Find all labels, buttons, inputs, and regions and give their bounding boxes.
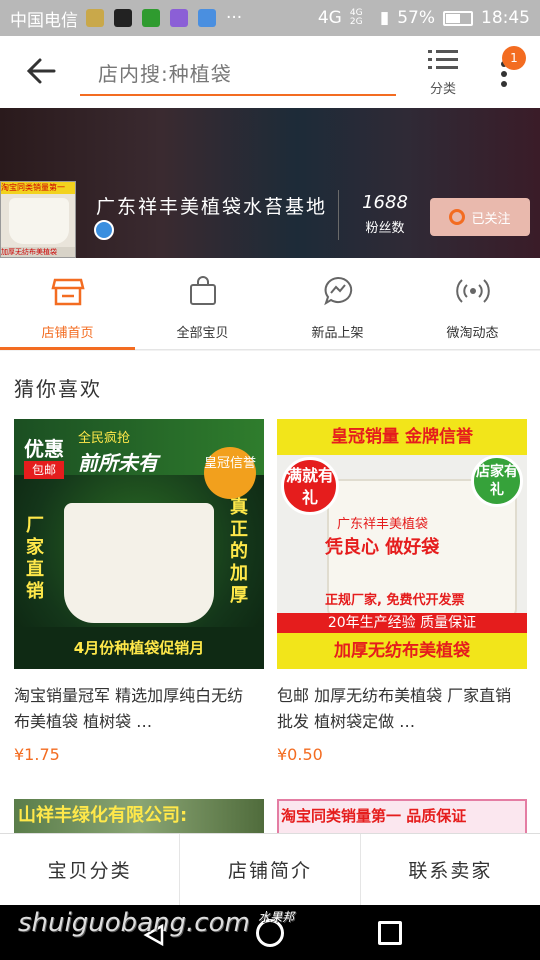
- list-icon: [428, 50, 458, 69]
- promo-text: 优惠: [24, 437, 64, 461]
- nav-recent-icon[interactable]: [378, 921, 402, 945]
- logo-bag-image: [9, 198, 69, 244]
- promo-text: 前所未有: [78, 451, 158, 475]
- promo-text: 全民疯抢: [78, 431, 131, 446]
- promo-text: 正规厂家, 免费代开发票: [325, 593, 465, 608]
- more-notifications-icon: ···: [226, 8, 243, 28]
- search-input[interactable]: 店内搜:种植袋: [80, 50, 396, 96]
- tab-label: 微淘动态: [446, 326, 499, 341]
- item-categories-button[interactable]: 宝贝分类: [0, 834, 181, 905]
- store-bottom-bar: 宝贝分类 店铺简介 联系卖家: [0, 833, 540, 905]
- tab-label: 店铺首页: [41, 326, 94, 341]
- tab-store-home[interactable]: 店铺首页: [0, 258, 135, 350]
- divider: [338, 190, 339, 240]
- product-image[interactable]: 皇冠销量 金牌信誉 满就有礼 店家有礼 广东祥丰美植袋 凭良心 做好袋 正规厂家…: [277, 419, 527, 669]
- follow-label: 已关注: [471, 211, 511, 227]
- product-price: ¥0.50: [277, 745, 323, 764]
- store-tabs: 店铺首页 全部宝贝 新品上架 微淘动态: [0, 258, 540, 350]
- top-nav: 店内搜:种植袋 分类 1: [0, 36, 540, 108]
- promo-side-text: 厂家直销: [26, 515, 44, 602]
- watermark-cn: 水果邦: [258, 910, 295, 924]
- shop-logo[interactable]: 淘宝同类销量第一 加厚无纺布美植袋: [0, 181, 76, 258]
- notification-badge: 1: [502, 46, 526, 70]
- fans-count: 1688 粉丝数: [354, 192, 416, 236]
- storefront-icon: [50, 278, 85, 306]
- shop-level-icon: [94, 220, 114, 240]
- shop-name: 广东祥丰美植袋水苔基地: [96, 196, 328, 218]
- promo-text: 凭良心 做好袋: [325, 537, 440, 558]
- product-banner-text: 山祥丰绿化有限公司:: [18, 805, 188, 826]
- signal-icon: ▮: [379, 8, 390, 28]
- carrier-label: 中国电信: [10, 10, 78, 31]
- section-title: 猜你喜欢: [14, 377, 102, 401]
- promo-badge: 满就有礼: [281, 457, 339, 515]
- qq-icon: [114, 9, 132, 27]
- message-icon: [170, 9, 188, 27]
- fans-number: 1688: [362, 192, 408, 213]
- promo-text: 广东祥丰美植袋: [337, 517, 429, 532]
- product-title: 包邮 加厚无纺布美植袋 厂家直销批发 植树袋定做 …: [277, 686, 512, 731]
- network-label: 4G: [317, 8, 342, 28]
- free-shipping-tag: 包邮: [24, 461, 64, 479]
- broadcast-icon: [455, 279, 490, 303]
- back-arrow-icon[interactable]: [24, 54, 58, 88]
- follow-icon: [449, 209, 466, 225]
- product-banner-text: 淘宝同类销量第一 品质保证: [281, 807, 467, 825]
- clock: 18:45: [481, 8, 530, 28]
- signal-label: 4G 2G: [349, 8, 363, 27]
- tab-label: 新品上架: [311, 326, 364, 341]
- logo-top-text: 淘宝同类销量第一: [1, 182, 75, 194]
- tab-label: 全部宝贝: [176, 326, 229, 341]
- tab-weitao-feed[interactable]: 微淘动态: [405, 258, 540, 349]
- shopping-bag-icon: [189, 276, 216, 305]
- tab-new-items[interactable]: 新品上架: [270, 258, 405, 349]
- planting-bag-image: [64, 503, 214, 623]
- promo-side-text: 真正的加厚: [230, 497, 248, 606]
- chat-bubble-icon: [323, 276, 352, 306]
- store-intro-button[interactable]: 店铺简介: [180, 834, 361, 905]
- promo-bottom-text: 加厚无纺布美植袋: [277, 633, 527, 669]
- notification-icon: [86, 9, 104, 27]
- watermark: shuiguobang.com 水果邦: [18, 908, 294, 938]
- category-button[interactable]: 分类: [420, 48, 466, 97]
- product-card[interactable]: 皇冠销量 金牌信誉 满就有礼 店家有礼 广东祥丰美植袋 凭良心 做好袋 正规厂家…: [277, 419, 527, 764]
- category-label: 分类: [429, 82, 456, 97]
- battery-percent: 57%: [397, 8, 435, 28]
- watermark-text: shuiguobang.com: [18, 908, 250, 938]
- fans-label: 粉丝数: [365, 221, 405, 236]
- promo-bottom-text: 4月份种植袋促销月: [14, 627, 264, 669]
- tab-all-items[interactable]: 全部宝贝: [135, 258, 270, 349]
- app-icon: [142, 9, 160, 27]
- product-title: 淘宝销量冠军 精选加厚纯白无纺布美植袋 植树袋 …: [14, 686, 244, 731]
- product-card[interactable]: 山祥丰绿化有限公司:: [14, 799, 264, 833]
- logo-bottom-text: 加厚无纺布美植袋: [1, 247, 75, 257]
- promo-top-text: 皇冠销量 金牌信誉: [277, 419, 527, 455]
- product-image[interactable]: 优惠 全民疯抢 前所未有 包邮 皇冠信誉 厂家直销 真正的加厚 4月份种植袋促销…: [14, 419, 264, 669]
- promo-bar: 20年生产经验 质量保证: [277, 613, 527, 633]
- product-card[interactable]: 淘宝同类销量第一 品质保证: [277, 799, 527, 833]
- product-price: ¥1.75: [14, 745, 60, 764]
- recommendations-section: 猜你喜欢 优惠 全民疯抢 前所未有 包邮 皇冠信誉 厂家直销 真正的加厚 4月份…: [0, 351, 540, 833]
- gift-badge: 店家有礼: [471, 455, 523, 507]
- battery-icon: [443, 10, 473, 26]
- status-bar: 中国电信 ··· 4G 4G 2G ▮ 57% 18:45: [0, 0, 540, 36]
- browser-icon: [198, 9, 216, 27]
- product-card[interactable]: 优惠 全民疯抢 前所未有 包邮 皇冠信誉 厂家直销 真正的加厚 4月份种植袋促销…: [14, 419, 264, 764]
- search-text: 店内搜:种植袋: [98, 61, 232, 86]
- contact-seller-button[interactable]: 联系卖家: [361, 834, 540, 905]
- follow-button[interactable]: 已关注: [430, 198, 530, 236]
- crown-badge: 皇冠信誉: [204, 447, 256, 499]
